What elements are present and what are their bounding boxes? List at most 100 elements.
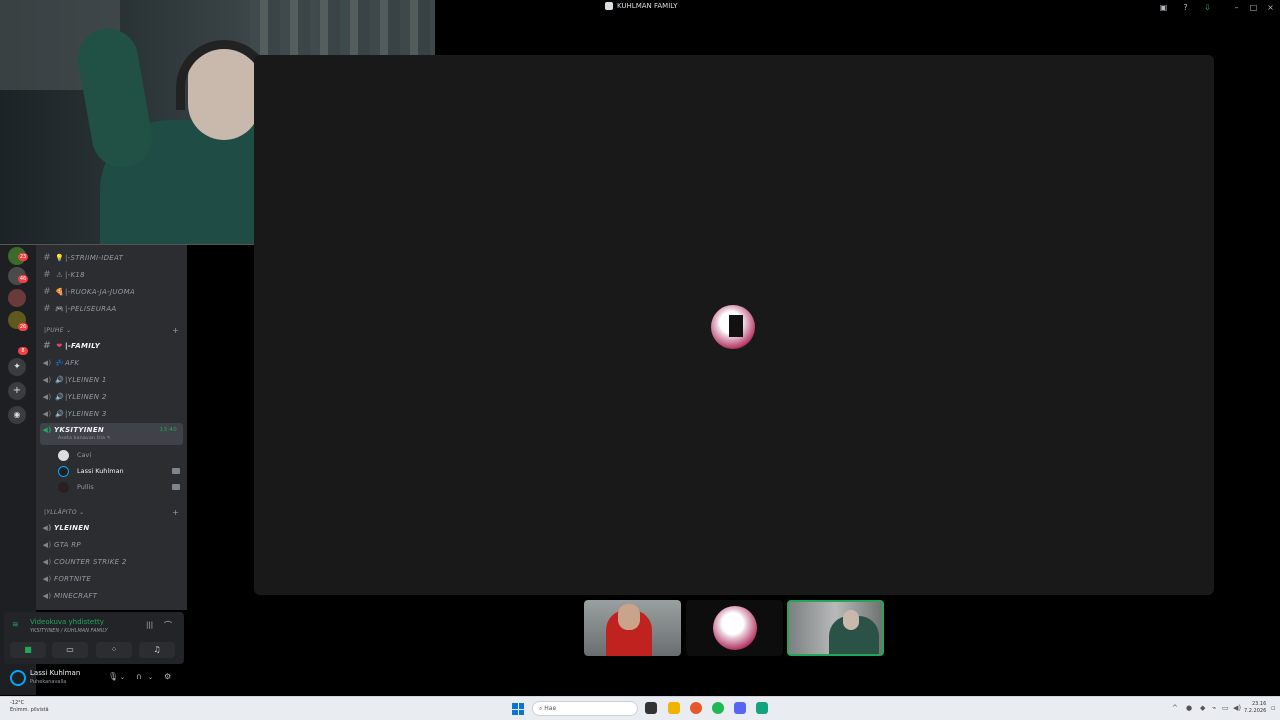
usb-icon[interactable]: ⌁ <box>1212 704 1216 712</box>
channel-afk[interactable]: ◀) 💤 AFK <box>40 355 183 370</box>
channel-yleinen-2[interactable]: ◀) 🔊 |YLEINEN 2 <box>40 389 183 404</box>
participant-tile-self[interactable] <box>787 600 884 656</box>
channel-yleinen-3[interactable]: ◀) 🔊 |YLEINEN 3 <box>40 406 183 421</box>
app-icon[interactable] <box>756 702 768 714</box>
channel-family[interactable]: # ❤ |-FAMILY <box>40 338 183 353</box>
headphones-icon[interactable]: ∩ <box>136 672 142 681</box>
disconnect-icon[interactable]: ⌒ <box>164 620 172 631</box>
minimize-icon[interactable]: – <box>1232 3 1241 12</box>
server-badge-1: 23 <box>18 253 28 261</box>
channel-label: FORTNITE <box>54 574 92 583</box>
chevron-up-icon[interactable]: ^ <box>1172 704 1178 712</box>
taskbar-search-input[interactable]: ⌕ Hae <box>532 701 638 716</box>
channel-peliseuraa[interactable]: # 🎮 |-PELISEURAA <box>40 301 183 316</box>
camera-button[interactable]: ■ <box>10 642 46 658</box>
channel-status-hint[interactable]: Aseta kanavan tila ✎ <box>58 436 111 441</box>
file-explorer-icon[interactable] <box>668 702 680 714</box>
hash-icon: # <box>43 252 51 263</box>
gamepad-icon: 🎮 <box>54 304 65 313</box>
add-server-icon[interactable]: + <box>8 382 26 400</box>
maximize-icon[interactable]: □ <box>1249 3 1258 12</box>
avatar[interactable] <box>10 670 26 686</box>
explore-icon[interactable]: ◉ <box>8 406 26 424</box>
volume-icon[interactable]: ◀) <box>1233 704 1241 712</box>
help-icon[interactable]: ? <box>1181 3 1190 12</box>
member-name: Cavi <box>77 451 92 459</box>
system-clock[interactable]: 23.16 7.2.2026 <box>1244 701 1266 715</box>
inbox-icon[interactable]: ▣ <box>1159 3 1168 12</box>
noise-suppression-icon[interactable]: ||| <box>146 621 153 629</box>
user-name: Lassi Kuhlman <box>30 669 81 677</box>
member-name: Pullis <box>77 483 94 491</box>
member-row[interactable]: Cavi <box>58 448 180 462</box>
bulb-icon: 💡 <box>54 253 65 262</box>
channel-gta-rp[interactable]: ◀) GTA RP <box>40 537 183 552</box>
channel-ruoka-ja-juoma[interactable]: # 🍕 |-RUOKA-JA-JUOMA <box>40 284 183 299</box>
speaker-icon: ◀) <box>42 574 52 583</box>
channel-timer: 13:40 <box>159 427 177 433</box>
microphone-icon[interactable]: 🎙 <box>108 672 118 681</box>
tray-app-icon[interactable]: ● <box>1186 704 1192 712</box>
screen-share-button[interactable]: ▭ <box>52 642 88 658</box>
channel-label: GTA RP <box>54 540 81 549</box>
participant-tile-video[interactable] <box>584 600 681 656</box>
close-icon[interactable]: × <box>1266 3 1275 12</box>
add-channel-icon[interactable]: + <box>172 508 179 517</box>
channel-striimi-ideat[interactable]: # 💡 |-STRIIMI-IDEAT <box>40 250 183 265</box>
network-icon[interactable]: ▭ <box>1222 704 1229 712</box>
speaker-icon: ◀) <box>42 426 52 434</box>
discover-icon[interactable]: ✦ <box>8 358 26 376</box>
discord-icon[interactable] <box>734 702 746 714</box>
phone-icon: ✆ <box>728 618 739 632</box>
channel-yksityinen[interactable]: ◀) YKSITYINEN 13:40 Aseta kanavan tila ✎ <box>40 423 183 445</box>
channel-label: |YLEINEN 2 <box>65 392 107 401</box>
search-placeholder: Hae <box>544 705 557 712</box>
notification-icon[interactable]: ▫ <box>1271 704 1276 712</box>
spotify-icon[interactable] <box>712 702 724 714</box>
signal-icon: ≋ <box>12 620 19 629</box>
download-icon[interactable]: ⇩ <box>1203 3 1212 12</box>
server-icon-3[interactable] <box>8 289 26 307</box>
channel-yleinen-1[interactable]: ◀) 🔊 |YLEINEN 1 <box>40 372 183 387</box>
soundboard-button[interactable]: ♫ <box>139 642 175 658</box>
weather-widget[interactable]: -12°C Enimm. pilvistä <box>10 700 49 714</box>
channel-counter-strike-2[interactable]: ◀) COUNTER STRIKE 2 <box>40 554 183 569</box>
volume-icon: 🔊 <box>54 392 65 401</box>
chevron-down-icon[interactable]: ⌄ <box>120 674 125 681</box>
channel-minecraft[interactable]: ◀) MINECRAFT <box>40 588 183 603</box>
member-row[interactable]: Pullis <box>58 480 180 494</box>
add-channel-icon[interactable]: + <box>172 326 179 335</box>
participant-tile-avatar[interactable]: ✆ <box>686 600 783 656</box>
voice-status: Videokuva yhdistetty <box>30 618 104 626</box>
channel-k18[interactable]: # ⚠ |-K18 <box>40 267 183 282</box>
hash-icon: # <box>43 340 51 351</box>
channel-label: YLEINEN <box>54 523 90 532</box>
member-name: Lassi Kuhlman <box>77 467 124 475</box>
clock-time: 23.16 <box>1251 701 1267 707</box>
category-puhe[interactable]: |PUHE ⌄ <box>44 327 71 334</box>
channel-yleinen[interactable]: ◀) YLEINEN <box>40 520 183 535</box>
member-row[interactable]: Lassi Kuhlman <box>58 464 180 478</box>
category-yllapito[interactable]: |YLLÄPITO ⌄ <box>44 509 85 516</box>
weather-temp: -12°C <box>10 700 25 706</box>
settings-gear-icon[interactable]: ⚙ <box>164 672 171 681</box>
task-view-icon[interactable] <box>645 702 657 714</box>
chevron-down-icon[interactable]: ⌄ <box>148 674 153 681</box>
sleep-icon: 💤 <box>54 358 65 367</box>
activities-button[interactable]: ⁘ <box>96 642 132 658</box>
speaker-icon: ◀) <box>42 557 52 566</box>
firefox-icon[interactable] <box>690 702 702 714</box>
channel-fortnite[interactable]: ◀) FORTNITE <box>40 571 183 586</box>
speaker-avatar <box>711 305 755 349</box>
participant-face <box>843 610 859 630</box>
tray-security-icon[interactable]: ◆ <box>1200 704 1205 712</box>
speaker-icon: ◀) <box>42 375 52 384</box>
speaker-icon: ◀) <box>42 358 52 367</box>
start-button[interactable] <box>512 703 524 715</box>
server-badge-2: 46 <box>18 275 28 283</box>
server-badge-4: 8 <box>18 347 28 355</box>
channel-label: |-STRIIMI-IDEAT <box>65 253 124 262</box>
voice-channel-name[interactable]: YKSITYINEN / KUHLMAN FAMILY <box>30 628 108 634</box>
speaker-icon: ◀) <box>42 392 52 401</box>
server-badge-3: 26 <box>18 323 28 331</box>
